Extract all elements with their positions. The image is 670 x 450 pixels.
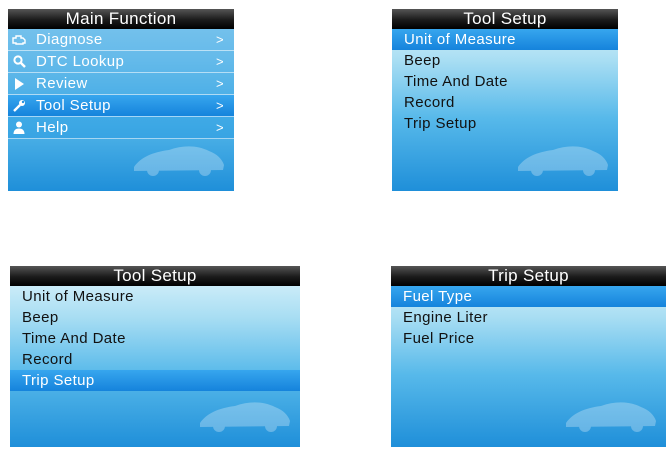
magnifier-icon (11, 51, 27, 72)
list-item-label: Fuel Type (403, 288, 473, 305)
menu-item-label: Tool Setup (36, 97, 111, 114)
list-item-label: Unit of Measure (404, 31, 516, 48)
chevron-right-icon: > (216, 120, 224, 135)
screen-title: Tool Setup (392, 9, 618, 29)
main-function-screen: Main Function Diagnose > DTC Lookup > Re… (8, 9, 234, 191)
play-icon (11, 73, 27, 94)
list-item-label: Record (404, 94, 455, 111)
menu-item-tool-setup[interactable]: Tool Setup > (8, 95, 234, 117)
menu-item-diagnose[interactable]: Diagnose > (8, 29, 234, 51)
chevron-right-icon: > (216, 76, 224, 91)
chevron-right-icon: > (216, 98, 224, 113)
list-item-record[interactable]: Record (392, 92, 618, 113)
person-icon (11, 117, 27, 138)
list-item-unit-of-measure[interactable]: Unit of Measure (392, 29, 618, 50)
trip-setup-screen: Trip Setup Fuel Type Engine Liter Fuel P… (391, 266, 666, 447)
list-item-time-and-date[interactable]: Time And Date (392, 71, 618, 92)
list-item-label: Trip Setup (404, 115, 477, 132)
car-watermark-icon (566, 402, 656, 432)
list-item-label: Beep (404, 52, 441, 69)
car-watermark-icon (134, 146, 224, 176)
screen-title: Main Function (8, 9, 234, 29)
menu-item-help[interactable]: Help > (8, 117, 234, 139)
menu-item-label: Help (36, 119, 69, 136)
chevron-right-icon: > (216, 54, 224, 69)
menu-item-review[interactable]: Review > (8, 73, 234, 95)
screen-title: Trip Setup (391, 266, 666, 286)
list-item-label: Trip Setup (22, 372, 95, 389)
list-item-label: Fuel Price (403, 330, 475, 347)
menu-item-dtc-lookup[interactable]: DTC Lookup > (8, 51, 234, 73)
screen-title: Tool Setup (10, 266, 300, 286)
list-item-fuel-type[interactable]: Fuel Type (391, 286, 666, 307)
menu-item-label: Review (36, 75, 88, 92)
list-item-label: Time And Date (404, 73, 508, 90)
wrench-icon (11, 95, 27, 116)
menu-item-label: DTC Lookup (36, 53, 125, 70)
list-item-beep[interactable]: Beep (10, 307, 300, 328)
list-item-beep[interactable]: Beep (392, 50, 618, 71)
list-item-trip-setup[interactable]: Trip Setup (392, 113, 618, 134)
tool-setup-screen: Tool Setup Unit of Measure Beep Time And… (10, 266, 300, 447)
list-item-time-and-date[interactable]: Time And Date (10, 328, 300, 349)
menu-item-label: Diagnose (36, 31, 103, 48)
list-item-record[interactable]: Record (10, 349, 300, 370)
chevron-right-icon: > (216, 32, 224, 47)
list-item-unit-of-measure[interactable]: Unit of Measure (10, 286, 300, 307)
list-item-label: Unit of Measure (22, 288, 134, 305)
list-item-label: Time And Date (22, 330, 126, 347)
car-watermark-icon (200, 402, 290, 432)
list-item-engine-liter[interactable]: Engine Liter (391, 307, 666, 328)
list-item-label: Beep (22, 309, 59, 326)
list-item-label: Record (22, 351, 73, 368)
list-item-trip-setup[interactable]: Trip Setup (10, 370, 300, 391)
tool-setup-screen: Tool Setup Unit of Measure Beep Time And… (392, 9, 618, 191)
list-item-fuel-price[interactable]: Fuel Price (391, 328, 666, 349)
engine-icon (11, 29, 27, 50)
list-item-label: Engine Liter (403, 309, 488, 326)
car-watermark-icon (518, 146, 608, 176)
